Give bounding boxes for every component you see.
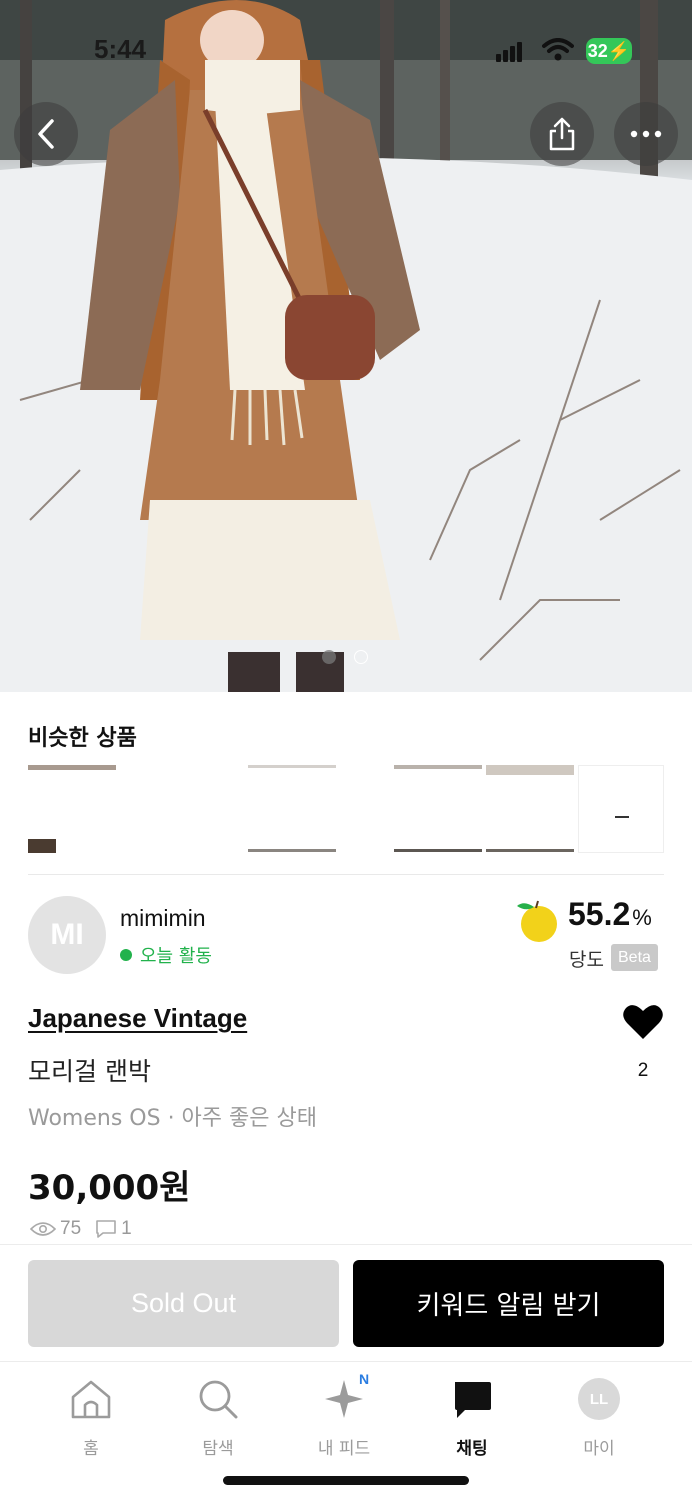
chevron-left-icon (38, 119, 54, 149)
tab-my-feed[interactable]: N 내 피드 (284, 1368, 404, 1459)
similar-product-item[interactable] (486, 765, 574, 853)
more-horizontal-icon (630, 130, 662, 138)
sweetness-value: 55.2 (568, 896, 631, 932)
similar-products-list[interactable] (28, 765, 664, 853)
tab-home[interactable]: 홈 (31, 1376, 151, 1459)
seller-name[interactable]: mimimin (120, 905, 206, 932)
apple-sweetness-icon (517, 900, 557, 942)
eye-icon (30, 1222, 56, 1236)
view-count: 75 (60, 1218, 82, 1239)
wifi-icon (542, 38, 574, 61)
seller-avatar[interactable]: MI (28, 896, 106, 974)
my-avatar-initials: LL (589, 1390, 609, 1408)
comment-count: 1 (121, 1218, 132, 1239)
product-price: 30,000원 (28, 1168, 191, 1208)
seller-avatar-initials: MI (50, 918, 84, 951)
similar-product-item[interactable] (578, 765, 664, 853)
section-divider (28, 874, 664, 875)
status-time: 5:44 (94, 34, 147, 64)
tab-home-label: 홈 (83, 1439, 99, 1459)
tab-search-label: 탐색 (202, 1439, 234, 1459)
tab-chat[interactable]: 채팅 (412, 1376, 532, 1459)
brand-link[interactable]: Japanese Vintage (28, 1003, 247, 1034)
tab-search[interactable]: 탐색 (158, 1376, 278, 1459)
product-meta: Womens OS · 아주 좋은 상태 (28, 1106, 317, 1131)
sold-out-button[interactable]: Sold Out (28, 1260, 339, 1347)
back-button[interactable] (14, 102, 78, 166)
sweetness-unit: % (632, 905, 652, 930)
similar-product-item[interactable] (394, 765, 482, 853)
tab-chat-label: 채팅 (456, 1439, 488, 1459)
home-indicator (223, 1476, 469, 1485)
similar-product-item[interactable] (248, 765, 336, 853)
tab-my-label: 마이 (583, 1439, 615, 1459)
battery-level: 32 (587, 41, 608, 61)
purchase-action-bar: Sold Out 키워드 알림 받기 (0, 1244, 692, 1362)
carousel-dot-active[interactable] (322, 650, 336, 664)
seller-activity-status: 오늘 활동 (120, 942, 212, 968)
tab-my-feed-label: 내 피드 (317, 1439, 371, 1459)
carousel-dot[interactable] (354, 650, 368, 664)
share-button[interactable] (530, 102, 594, 166)
similar-products-title: 비슷한 상품 (28, 726, 137, 751)
like-heart-icon[interactable] (622, 1003, 664, 1041)
seller-activity-text: 오늘 활동 (140, 946, 212, 967)
carousel-indicator (322, 650, 368, 664)
keyword-alert-button[interactable]: 키워드 알림 받기 (353, 1260, 664, 1347)
online-dot-icon (120, 949, 132, 961)
beta-badge: Beta (611, 944, 658, 971)
home-icon (71, 1380, 111, 1419)
product-stats: 75 1 (30, 1218, 146, 1240)
product-photo (0, 0, 692, 692)
share-icon (549, 117, 575, 151)
avatar-icon: LL (578, 1378, 620, 1420)
sweetness-label: 당도 (569, 949, 604, 971)
product-photo-carousel[interactable]: 5:44 32⚡ (0, 0, 692, 692)
battery-icon: 32⚡ (586, 38, 632, 64)
similar-product-item[interactable] (28, 765, 116, 853)
like-count: 2 (637, 1060, 649, 1081)
new-badge: N (353, 1368, 375, 1390)
comment-icon (96, 1220, 116, 1238)
tab-my[interactable]: LL 마이 (539, 1376, 659, 1459)
more-options-button[interactable] (614, 102, 678, 166)
status-bar: 5:44 32⚡ (0, 0, 692, 100)
product-title: 모리걸 랜박 (28, 1057, 151, 1086)
cellular-signal-icon (496, 42, 522, 62)
sweetness-score: 55.2% (568, 896, 652, 933)
chat-icon (455, 1382, 491, 1418)
search-icon (199, 1380, 238, 1419)
